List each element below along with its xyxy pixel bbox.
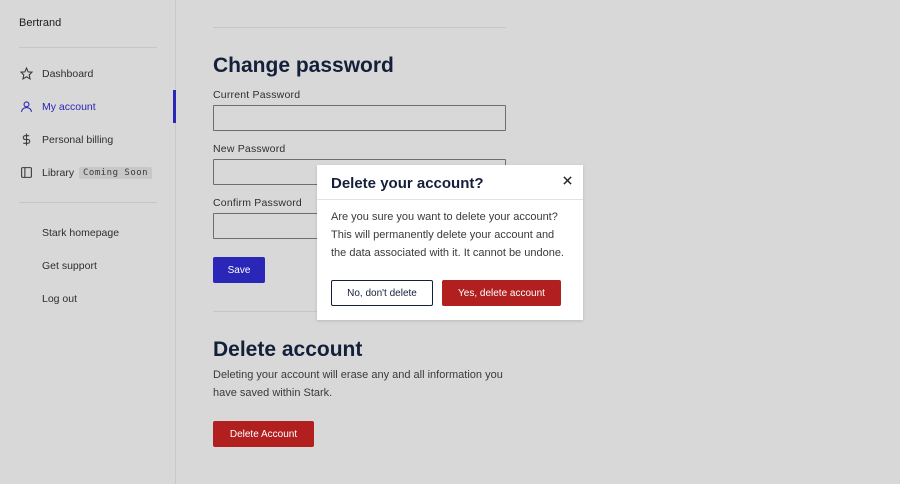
confirm-password-label: Confirm Password [213, 197, 302, 209]
confirm-delete-button[interactable]: Yes, delete account [442, 280, 561, 306]
brand-name: Bertrand [19, 17, 62, 29]
sidebar-item-label: Library [42, 166, 75, 179]
delete-account-modal: Delete your account? Are you sure you wa… [317, 165, 583, 320]
modal-divider [317, 199, 583, 200]
modal-body-text: Are you sure you want to delete your acc… [331, 211, 564, 259]
sidebar-divider [19, 47, 157, 48]
sidebar-item-my-account[interactable]: My account [0, 90, 176, 123]
sidebar-item-dashboard[interactable]: Dashboard [0, 57, 176, 90]
current-password-label: Current Password [213, 89, 301, 101]
sidebar-item-label: Dashboard [42, 67, 94, 80]
delete-account-description: Deleting your account will erase any and… [213, 369, 503, 399]
modal-title: Delete your account? [331, 175, 484, 192]
active-indicator [173, 90, 176, 123]
sidebar-item-label: My account [42, 100, 96, 113]
star-icon [19, 67, 33, 81]
cancel-delete-button[interactable]: No, don't delete [331, 280, 433, 306]
change-password-title: Change password [213, 54, 394, 77]
log-out-link[interactable]: Log out [42, 293, 77, 305]
new-password-label: New Password [213, 143, 286, 155]
sidebar-item-library[interactable]: Library Coming Soon [0, 156, 176, 189]
book-icon [19, 166, 33, 180]
dollar-icon [19, 133, 33, 147]
current-password-input[interactable] [213, 105, 506, 131]
get-support-link[interactable]: Get support [42, 260, 97, 272]
delete-account-button[interactable]: Delete Account [213, 421, 314, 447]
coming-soon-badge: Coming Soon [79, 166, 153, 179]
sidebar-divider [19, 202, 157, 203]
stark-homepage-link[interactable]: Stark homepage [42, 227, 119, 239]
section-divider [213, 27, 506, 28]
sidebar-item-personal-billing[interactable]: Personal billing [0, 123, 176, 156]
user-icon [19, 100, 33, 114]
save-button[interactable]: Save [213, 257, 265, 283]
delete-account-title: Delete account [213, 338, 363, 361]
sidebar-item-label: Personal billing [42, 133, 114, 146]
close-icon[interactable] [561, 174, 573, 186]
sidebar: Bertrand Dashboard My account Personal b… [0, 0, 176, 484]
